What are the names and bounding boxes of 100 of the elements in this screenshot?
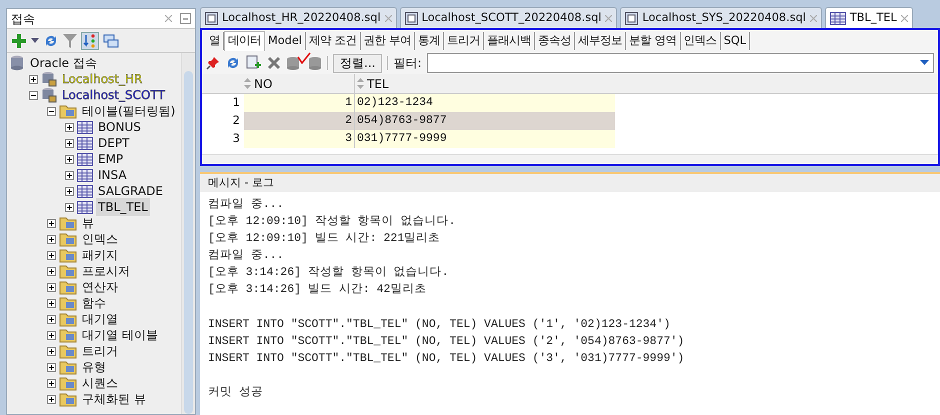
tree-item[interactable]: 구체화된 뷰 (80, 390, 148, 408)
expand-icon[interactable] (65, 154, 74, 164)
tree-item[interactable]: Localhost_SCOTT (60, 86, 167, 104)
tree-item[interactable]: 대기열 테이블 (80, 326, 160, 344)
tree-item[interactable]: 트리거 (80, 342, 120, 360)
expand-icon[interactable] (65, 122, 74, 132)
expand-icon[interactable] (47, 314, 56, 324)
database-icon[interactable] (286, 56, 300, 70)
table-icon (77, 136, 93, 150)
expand-icon[interactable] (65, 202, 74, 212)
expand-icon[interactable] (47, 346, 56, 356)
table-cell[interactable]: 054)8763-9877 (355, 112, 615, 130)
folder-icon (59, 360, 77, 374)
tree-item[interactable]: 유형 (80, 358, 108, 376)
expand-icon[interactable] (47, 234, 56, 244)
tree-item[interactable]: 대기열 (80, 310, 120, 328)
tree-item[interactable]: TBL_TEL (96, 198, 150, 216)
column-header[interactable]: NO (244, 74, 355, 93)
tree-item[interactable]: 인덱스 (80, 230, 120, 248)
sort-button[interactable]: 정렬... (333, 54, 382, 72)
schema-browser-icon[interactable] (81, 32, 99, 50)
expand-icon[interactable] (47, 378, 56, 388)
tree-item[interactable]: 테이블(필터링됨) (80, 102, 178, 120)
database-icon (41, 71, 57, 87)
tab[interactable]: Model (265, 32, 306, 50)
expand-icon[interactable] (47, 362, 56, 372)
table-icon (77, 184, 93, 198)
folder-icon (59, 312, 77, 326)
tree-item[interactable]: EMP (96, 150, 126, 168)
tree-item[interactable]: 패키지 (80, 246, 120, 264)
expand-icon[interactable] (47, 298, 56, 308)
database-icon[interactable] (308, 56, 322, 70)
expand-icon[interactable] (47, 282, 56, 292)
minimize-icon[interactable] (180, 13, 191, 24)
database-icon (41, 87, 57, 103)
delete-icon[interactable] (267, 56, 281, 70)
folder-icon (59, 216, 77, 230)
tab[interactable]: 데이터 (224, 31, 265, 51)
editor-tab[interactable]: Localhost_SYS_20220408.sql (620, 7, 822, 28)
tree-item[interactable]: INSA (96, 166, 129, 184)
table-cell[interactable]: 3 (244, 130, 355, 148)
file-icon (404, 12, 418, 24)
folder-icon (59, 280, 77, 294)
tree-item[interactable]: Oracle 접속 (28, 54, 99, 72)
tree-item[interactable]: 연산자 (80, 278, 120, 296)
editor-tab[interactable]: Localhost_HR_20220408.sql (200, 7, 397, 28)
refresh-icon[interactable] (225, 55, 241, 71)
tree-item[interactable]: 함수 (80, 294, 108, 312)
tree-item[interactable]: BONUS (96, 118, 143, 136)
editor-tab[interactable]: TBL_TEL (824, 7, 913, 28)
tab[interactable]: 제약 조건 (306, 32, 361, 50)
column-header[interactable]: TEL (355, 74, 615, 93)
scrollbar[interactable] (202, 154, 938, 164)
tab[interactable]: 인덱스 (680, 32, 721, 50)
expand-icon[interactable] (65, 138, 74, 148)
expand-icon[interactable] (47, 250, 56, 260)
tab[interactable]: 플래시백 (484, 32, 536, 50)
table-cell[interactable]: 2 (244, 112, 355, 130)
insert-row-icon[interactable] (246, 55, 262, 71)
expand-icon[interactable] (65, 170, 74, 180)
filter-field[interactable] (426, 53, 934, 73)
row-number: 1 (232, 94, 241, 112)
windows-icon[interactable] (103, 32, 119, 48)
table-cell[interactable]: 02)123-1234 (355, 94, 615, 112)
sort-icon (357, 78, 364, 89)
expand-icon[interactable] (29, 74, 38, 84)
caret-icon[interactable] (31, 38, 39, 44)
expand-icon[interactable] (47, 266, 56, 276)
tree-item[interactable]: 시퀀스 (80, 374, 120, 392)
tab[interactable]: 통계 (415, 32, 444, 50)
tree-item[interactable]: 뷰 (80, 214, 96, 232)
tab[interactable]: SQL (720, 32, 750, 50)
table-cell[interactable]: 031)7777-9999 (355, 130, 615, 148)
expand-icon[interactable] (47, 330, 56, 340)
tree-item[interactable]: DEPT (96, 134, 132, 152)
pin-icon[interactable] (206, 56, 220, 70)
editor-tab[interactable]: Localhost_SCOTT_20220408.sql (400, 7, 618, 28)
tab[interactable]: 분할 영역 (626, 32, 681, 50)
expand-icon[interactable] (65, 186, 74, 196)
tab[interactable]: 종속성 (535, 32, 576, 50)
scrollbar[interactable] (181, 53, 195, 414)
expand-icon[interactable] (47, 218, 56, 228)
tab[interactable]: 권한 부여 (360, 32, 416, 50)
collapse-icon[interactable] (29, 90, 38, 100)
folder-icon (59, 376, 77, 390)
tree-item[interactable]: SALGRADE (96, 182, 165, 200)
collapse-icon[interactable] (47, 106, 56, 116)
log-line: INSERT INTO "SCOTT"."TBL_TEL" (NO, TEL) VALUES ('2', '054)8763-9877') (207, 334, 686, 350)
database-icon (9, 55, 25, 71)
row-number: 2 (232, 112, 241, 130)
tree-item[interactable]: 프로시저 (80, 262, 132, 280)
expand-icon[interactable] (47, 394, 56, 404)
panel-title: 접속 (11, 10, 35, 28)
add-icon[interactable] (11, 32, 27, 48)
tab[interactable]: 세부정보 (575, 32, 626, 50)
folder-icon (59, 328, 77, 342)
dropdown-icon[interactable] (920, 60, 929, 66)
log-line: INSERT INTO "SCOTT"."TBL_TEL" (NO, TEL) VALUES ('3', '031)7777-9999') (207, 350, 686, 367)
table-cell[interactable]: 1 (244, 94, 355, 112)
tab[interactable]: 트리거 (444, 32, 484, 50)
